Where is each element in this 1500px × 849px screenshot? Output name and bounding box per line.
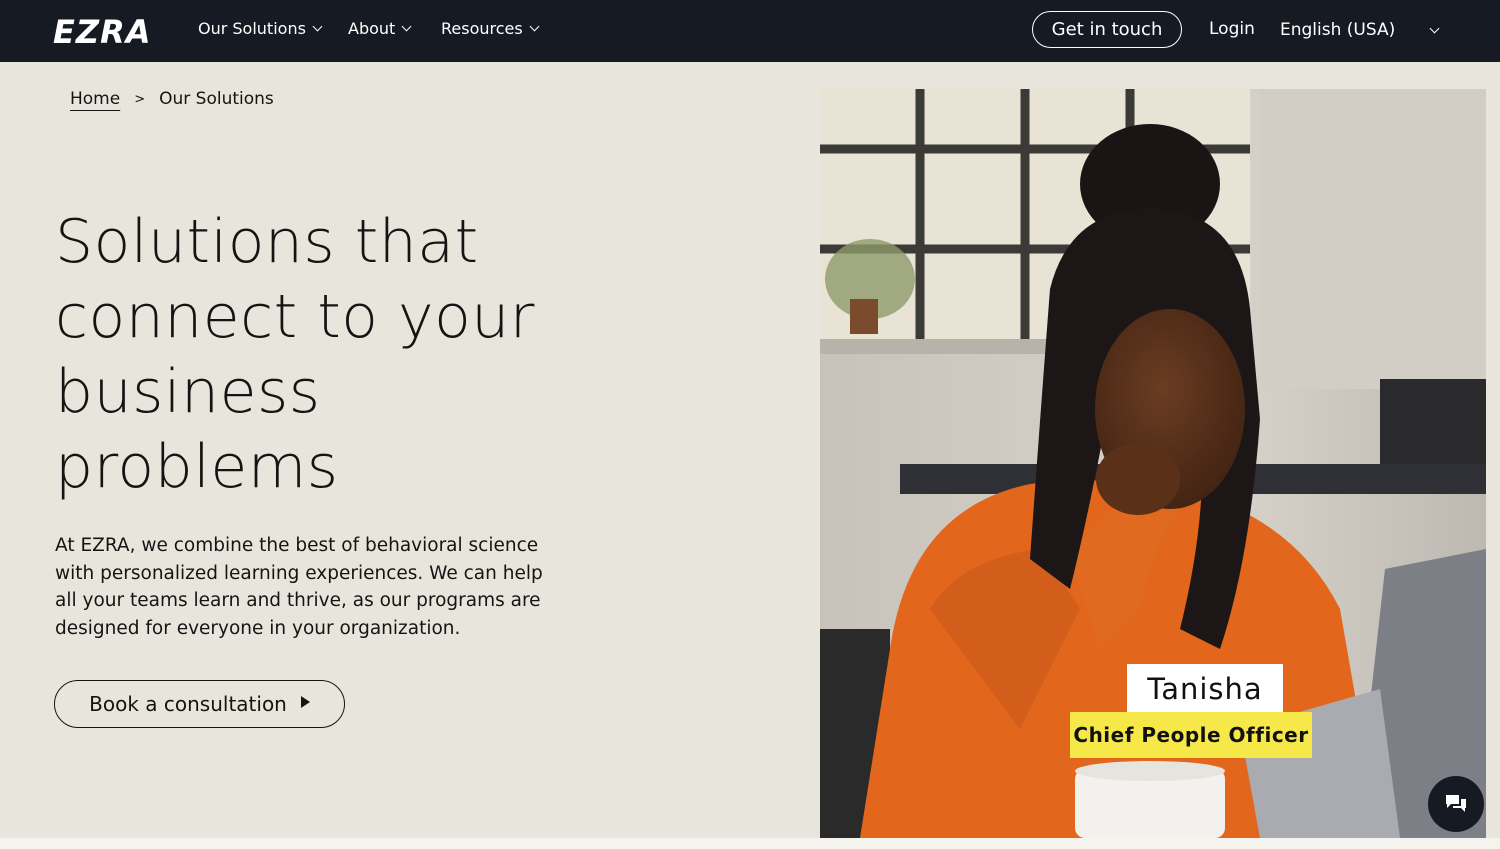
breadcrumb: Home > Our Solutions (70, 89, 274, 109)
play-icon (300, 696, 310, 708)
page-title: Solutions that connect to your business … (55, 205, 615, 505)
get-in-touch-button[interactable]: Get in touch (1032, 11, 1182, 48)
login-link[interactable]: Login (1209, 19, 1255, 39)
book-consultation-button[interactable]: Book a consultation (54, 680, 345, 728)
nav-resources-label: Resources (441, 19, 523, 38)
title-line: Solutions that (55, 207, 479, 277)
hero-description: At EZRA, we combine the best of behavior… (55, 535, 543, 639)
chevron-down-icon (401, 21, 412, 32)
top-navigation: EZRA Our Solutions About Resources Get i… (0, 0, 1500, 62)
title-line: business (55, 357, 321, 427)
chat-icon (1446, 795, 1466, 812)
page-bottom-edge (0, 838, 1500, 849)
breadcrumb-separator: > (134, 91, 146, 107)
nav-about[interactable]: About (348, 19, 412, 38)
breadcrumb-current: Our Solutions (159, 89, 274, 109)
nav-our-solutions[interactable]: Our Solutions (198, 19, 323, 38)
featured-person-name: Tanisha (1127, 664, 1283, 714)
breadcrumb-home[interactable]: Home (70, 89, 120, 109)
chat-button[interactable] (1428, 776, 1484, 832)
nav-resources[interactable]: Resources (441, 19, 540, 38)
featured-person-role: Chief People Officer (1070, 712, 1312, 758)
chevron-down-icon (529, 21, 540, 32)
nav-about-label: About (348, 19, 396, 38)
book-consultation-label: Book a consultation (89, 692, 287, 716)
title-line: problems (55, 432, 339, 502)
ezra-logo[interactable]: EZRA (53, 13, 151, 51)
language-select[interactable]: English (USA) (1280, 20, 1450, 40)
nav-our-solutions-label: Our Solutions (198, 19, 306, 38)
title-line: connect to your (55, 282, 535, 352)
chevron-down-icon (312, 21, 323, 32)
